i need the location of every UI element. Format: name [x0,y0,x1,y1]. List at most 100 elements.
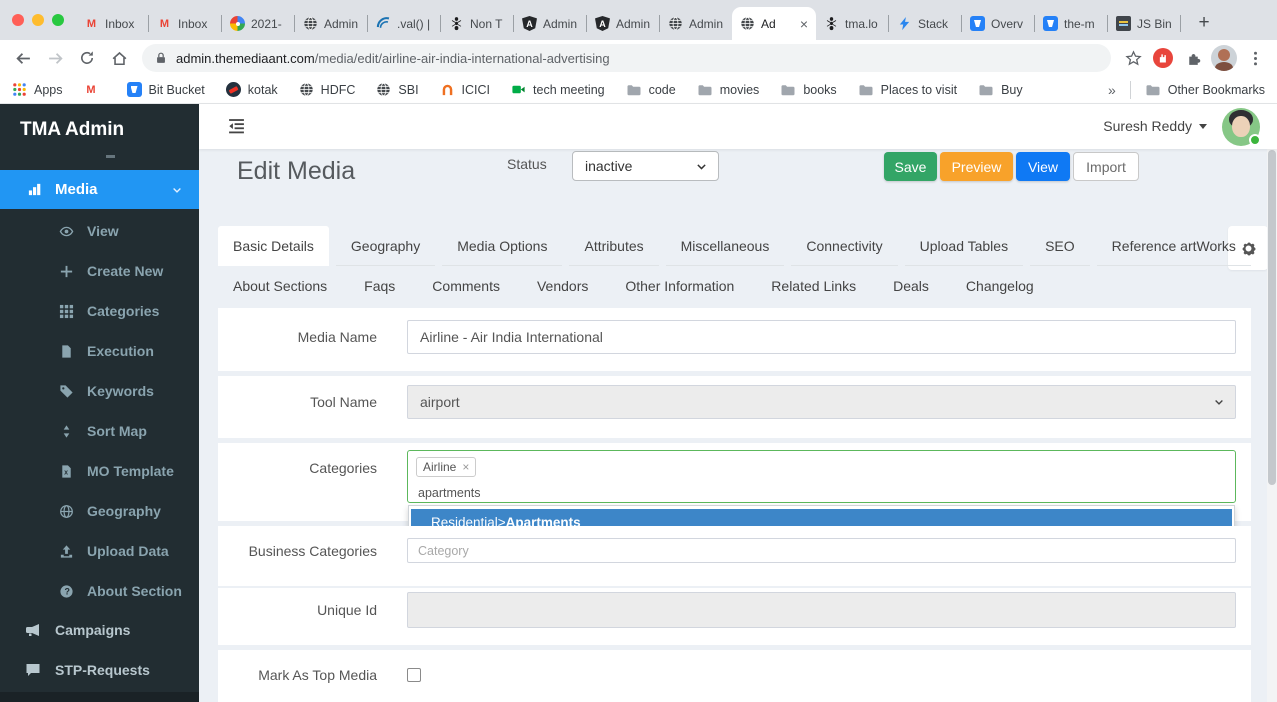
browser-tab[interactable]: Inbox [149,7,221,40]
save-button[interactable]: Save [884,152,937,181]
browser-tabs: Inbox Inbox 2021- Admin .val() | Non T A… [76,0,1219,40]
categories-multiselect[interactable]: Airline × apartments [407,450,1236,503]
preview-button[interactable]: Preview [940,152,1013,181]
tab-faqs[interactable]: Faqs [349,266,410,306]
bookmark-apps[interactable]: Apps [12,82,63,97]
tab-related-links[interactable]: Related Links [756,266,871,306]
window-minimize-button[interactable] [32,14,44,26]
browser-tab[interactable]: the-m [1035,7,1107,40]
tab-deals[interactable]: Deals [878,266,944,306]
bookmark-folder-movies[interactable]: movies [697,82,760,98]
browser-tab[interactable]: Stack [889,7,961,40]
tool-name-select[interactable]: airport [407,385,1236,419]
window-close-button[interactable] [12,14,24,26]
bookmark-folder-code[interactable]: code [626,82,676,98]
gmail-icon [157,16,172,31]
browser-tab[interactable]: Overv [962,7,1034,40]
import-button[interactable]: Import [1073,152,1139,181]
bookmark-folder-books[interactable]: books [780,82,836,98]
page-scrollbar-thumb[interactable] [1268,150,1276,485]
sidebar-item-mo-template[interactable]: MO Template [0,451,199,491]
google-photos-icon [230,16,245,31]
forward-icon[interactable] [42,45,68,71]
bookmark-folder-places[interactable]: Places to visit [858,82,957,98]
other-bookmarks[interactable]: Other Bookmarks [1145,82,1265,98]
tab-media-options[interactable]: Media Options [442,226,562,266]
sidebar-item-view[interactable]: View [0,211,199,251]
back-icon[interactable] [10,45,36,71]
bookmark-kotak[interactable]: kotak [226,82,278,97]
tab-attributes[interactable]: Attributes [569,226,658,266]
sidebar-item-media[interactable]: Media [0,170,199,209]
sidebar-item-campaigns[interactable]: Campaigns [0,610,199,650]
browser-tab[interactable]: tma.lo [816,7,888,40]
bookmark-sbi[interactable]: SBI [376,82,418,97]
bookmark-gmail[interactable] [84,82,106,97]
new-tab-button[interactable]: + [1189,8,1219,38]
business-categories-label: Business Categories [218,543,377,559]
app-brand: TMA Admin [0,104,199,141]
browser-tab[interactable]: JS Bin [1108,7,1180,40]
sidebar-item-upload-data[interactable]: Upload Data [0,531,199,571]
lightning-icon [897,16,912,31]
sidebar-item-create-new[interactable]: Create New [0,251,199,291]
tab-changelog[interactable]: Changelog [951,266,1049,306]
browser-tab[interactable]: Admin [295,7,367,40]
sidebar-item-geography[interactable]: Geography [0,491,199,531]
sidebar-toggle-icon[interactable] [228,117,245,135]
browser-tab[interactable]: Non T [441,7,513,40]
tag-remove-icon[interactable]: × [462,461,469,473]
browser-tab[interactable]: Inbox [76,7,148,40]
user-avatar[interactable] [1222,108,1260,146]
tab-comments[interactable]: Comments [417,266,515,306]
media-name-input[interactable] [407,320,1236,354]
sidebar-item-categories[interactable]: Categories [0,291,199,331]
adblock-extension-icon[interactable] [1151,46,1175,70]
window-fullscreen-button[interactable] [52,14,64,26]
extensions-puzzle-icon[interactable] [1181,46,1205,70]
reload-icon[interactable] [74,45,100,71]
browser-profile-avatar[interactable] [1211,45,1237,71]
sidebar-item-execution[interactable]: Execution [0,331,199,371]
bookmarks-overflow-chevron[interactable]: » [1108,82,1116,98]
tab-miscellaneous[interactable]: Miscellaneous [666,226,785,266]
tab-vendors[interactable]: Vendors [522,266,603,306]
home-icon[interactable] [106,45,132,71]
bookmark-bitbucket[interactable]: Bit Bucket [127,82,205,97]
tab-basic-details[interactable]: Basic Details [218,226,329,266]
tab-close-icon[interactable]: × [800,17,808,31]
browser-tab-active[interactable]: Ad× [732,7,816,40]
sidebar-item-keywords[interactable]: Keywords [0,371,199,411]
business-categories-input[interactable] [407,538,1236,563]
bookmark-icici[interactable]: ICICI [440,82,490,97]
browser-menu-kebab-icon[interactable] [1243,46,1267,70]
tab-seo[interactable]: SEO [1030,226,1090,266]
user-menu[interactable]: Suresh Reddy [1103,118,1207,134]
bookmark-tech-meeting[interactable]: tech meeting [511,82,605,97]
bitbucket-icon [1043,16,1058,31]
tab-reference-artworks[interactable]: Reference artWorks [1097,226,1251,266]
address-bar[interactable]: admin.themediaant.com/media/edit/airline… [142,44,1111,72]
browser-tab[interactable]: 2021- [222,7,294,40]
tab-other-information[interactable]: Other Information [610,266,749,306]
bookmark-hdfc[interactable]: HDFC [299,82,356,97]
tab-about-sections[interactable]: About Sections [218,266,342,306]
mark-top-media-checkbox[interactable] [407,668,421,682]
tab-upload-tables[interactable]: Upload Tables [905,226,1023,266]
browser-tab[interactable]: Admin [514,7,586,40]
sidebar-item-about-section[interactable]: About Section [0,571,199,611]
bookmark-folder-buy[interactable]: Buy [978,82,1023,98]
main-content: Edit Media Status inactive Save Preview … [199,104,1277,702]
sidebar-item-sort-map[interactable]: Sort Map [0,411,199,451]
status-select[interactable]: inactive [572,151,719,181]
file-excel-icon [59,464,74,479]
tab-connectivity[interactable]: Connectivity [791,226,897,266]
tab-geography[interactable]: Geography [336,226,435,266]
browser-tab[interactable]: Admin [660,7,732,40]
browser-tab[interactable]: .val() | [368,7,440,40]
globe-icon [59,504,74,519]
browser-tab[interactable]: Admin [587,7,659,40]
sidebar-item-stp-requests[interactable]: STP-Requests [0,650,199,690]
bookmark-star-icon[interactable] [1121,46,1145,70]
view-button[interactable]: View [1016,152,1070,181]
